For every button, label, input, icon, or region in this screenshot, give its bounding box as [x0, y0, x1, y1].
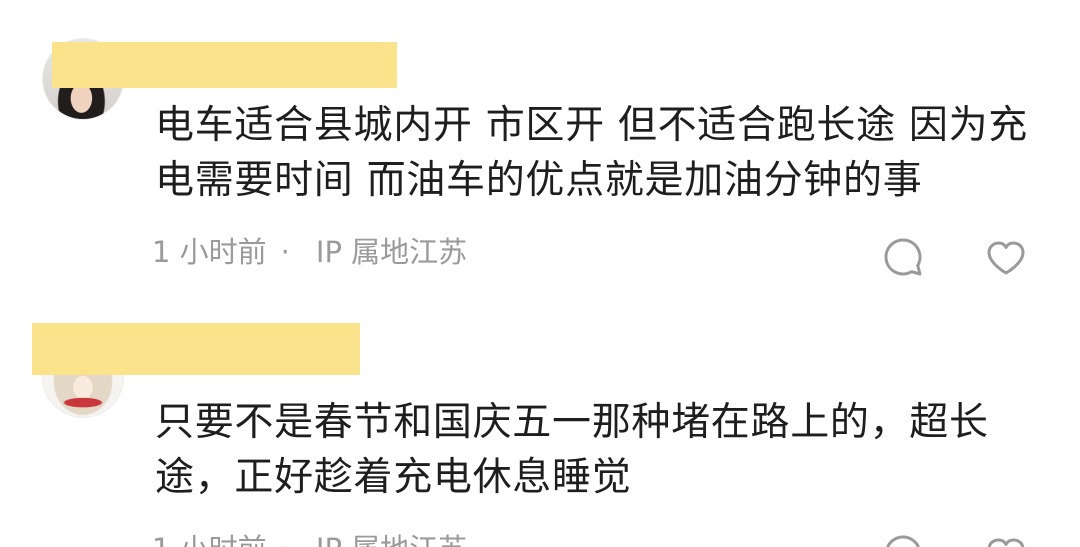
reply-icon[interactable]	[884, 535, 924, 547]
reply-button[interactable]	[884, 535, 924, 547]
comment-time: 1 小时前	[152, 532, 267, 547]
ip-location: IP 属地江苏	[316, 532, 467, 547]
comment-list: 电车适合县城内开 市区开 但不适合跑长途 因为充 电需要时间 而油车的优点就是加…	[0, 0, 1080, 547]
meta-separator: ·	[280, 235, 290, 269]
comment-line: 只要不是春节和国庆五一那种堵在路上的，超长	[155, 400, 989, 445]
heart-icon[interactable]	[986, 238, 1026, 278]
meta-separator: ·	[281, 532, 290, 547]
comment-meta: 1 小时前 · IP 属地江苏	[152, 235, 552, 269]
ip-location: IP 属地江苏	[315, 235, 468, 269]
heart-icon[interactable]	[986, 535, 1026, 547]
comment-line: 电需要时间 而油车的优点就是加油分钟的事	[155, 158, 923, 203]
comment-line: 途，正好趁着充电休息睡觉	[155, 455, 632, 500]
comment-line: 电车适合县城内开 市区开 但不适合跑长途 因为充	[155, 103, 1028, 148]
comment-text[interactable]: 只要不是春节和国庆五一那种堵在路上的，超长 途，正好趁着充电休息睡觉	[155, 395, 1055, 505]
comment-text[interactable]: 电车适合县城内开 市区开 但不适合跑长途 因为充 电需要时间 而油车的优点就是加…	[155, 98, 1055, 208]
comment-meta: 1 小时前 · IP 属地江苏	[152, 532, 552, 547]
comment-time: 1 小时前	[152, 235, 267, 269]
like-button[interactable]	[986, 238, 1026, 278]
reply-icon[interactable]	[884, 238, 924, 278]
redaction-bar	[32, 323, 360, 375]
reply-button[interactable]	[884, 238, 924, 278]
like-button[interactable]	[986, 535, 1026, 547]
comment-item: 电车适合县城内开 市区开 但不适合跑长途 因为充 电需要时间 而油车的优点就是加…	[0, 0, 1080, 300]
redaction-bar	[52, 42, 397, 88]
comment-item: 只要不是春节和国庆五一那种堵在路上的，超长 途，正好趁着充电休息睡觉 1 小时前…	[0, 300, 1080, 547]
